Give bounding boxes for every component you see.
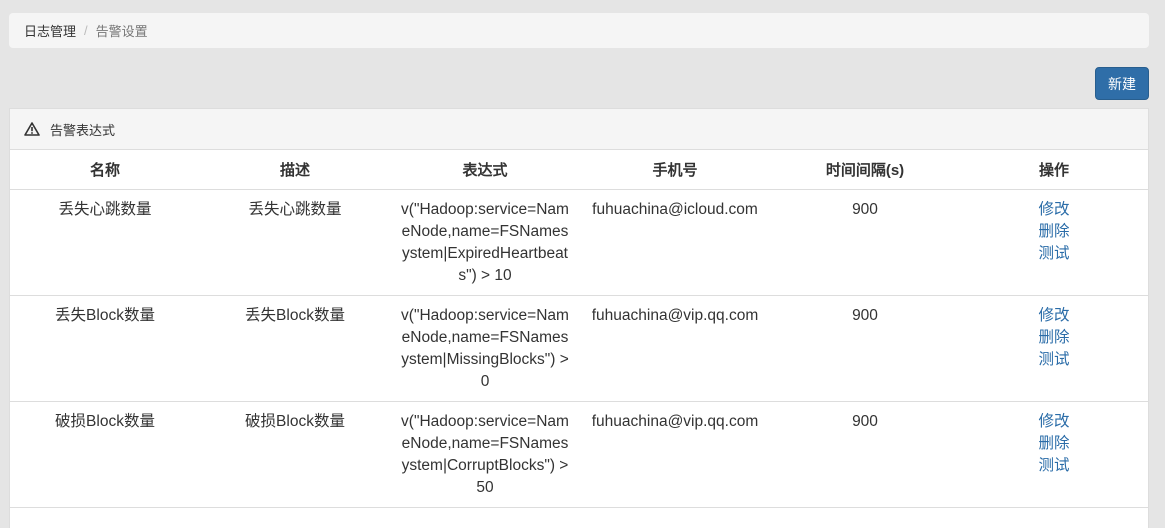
panel-heading: 告警表达式 <box>10 109 1148 150</box>
edit-link[interactable]: 修改 <box>968 305 1140 327</box>
cell-name: 丢失Block数量 <box>10 295 200 402</box>
column-header-actions: 操作 <box>960 150 1148 190</box>
breadcrumb-item-alert-settings: 告警设置 <box>95 24 148 39</box>
cell-interval: 900 <box>770 189 960 296</box>
cell-actions: 修改 删除 测试 <box>960 401 1148 508</box>
cell-interval: 900 <box>770 401 960 508</box>
panel-title: 告警表达式 <box>50 122 116 138</box>
breadcrumb-separator: / <box>84 23 88 38</box>
edit-link[interactable]: 修改 <box>968 199 1140 221</box>
alert-table: 名称 描述 表达式 手机号 时间间隔(s) 操作 丢失心跳数量 丢失心跳数量 v… <box>10 150 1148 508</box>
column-header-name: 名称 <box>10 150 200 190</box>
alert-expression-panel: 告警表达式 名称 描述 表达式 手机号 时间间隔(s) 操作 丢失心跳数量 丢失… <box>9 108 1149 528</box>
delete-link[interactable]: 删除 <box>968 327 1140 349</box>
cell-interval: 900 <box>770 295 960 402</box>
cell-description: 破损Block数量 <box>200 401 390 508</box>
cell-actions: 修改 删除 测试 <box>960 295 1148 402</box>
table-row: 破损Block数量 破损Block数量 v("Hadoop:service=Na… <box>10 401 1148 508</box>
delete-link[interactable]: 删除 <box>968 221 1140 243</box>
table-row: 丢失Block数量 丢失Block数量 v("Hadoop:service=Na… <box>10 295 1148 402</box>
breadcrumb: 日志管理 / 告警设置 <box>9 13 1149 48</box>
column-header-description: 描述 <box>200 150 390 190</box>
column-header-phone: 手机号 <box>580 150 770 190</box>
cell-phone: fuhuachina@vip.qq.com <box>580 295 770 402</box>
cell-phone: fuhuachina@vip.qq.com <box>580 401 770 508</box>
table-row: 丢失心跳数量 丢失心跳数量 v("Hadoop:service=NameNode… <box>10 189 1148 296</box>
new-button[interactable]: 新建 <box>1095 67 1149 100</box>
cell-expression: v("Hadoop:service=NameNode,name=FSNamesy… <box>390 401 580 508</box>
edit-link[interactable]: 修改 <box>968 411 1140 433</box>
cell-description: 丢失Block数量 <box>200 295 390 402</box>
cell-description: 丢失心跳数量 <box>200 189 390 296</box>
cell-name: 丢失心跳数量 <box>10 189 200 296</box>
test-link[interactable]: 测试 <box>968 243 1140 265</box>
test-link[interactable]: 测试 <box>968 455 1140 477</box>
column-header-interval: 时间间隔(s) <box>770 150 960 190</box>
table-header-row: 名称 描述 表达式 手机号 时间间隔(s) 操作 <box>10 150 1148 190</box>
cell-phone: fuhuachina@icloud.com <box>580 189 770 296</box>
warning-triangle-icon <box>24 122 40 136</box>
cell-expression: v("Hadoop:service=NameNode,name=FSNamesy… <box>390 295 580 402</box>
cell-expression: v("Hadoop:service=NameNode,name=FSNamesy… <box>390 189 580 296</box>
cell-name: 破损Block数量 <box>10 401 200 508</box>
column-header-expression: 表达式 <box>390 150 580 190</box>
breadcrumb-item-log-management[interactable]: 日志管理 <box>24 21 76 40</box>
test-link[interactable]: 测试 <box>968 349 1140 371</box>
cell-actions: 修改 删除 测试 <box>960 189 1148 296</box>
delete-link[interactable]: 删除 <box>968 433 1140 455</box>
